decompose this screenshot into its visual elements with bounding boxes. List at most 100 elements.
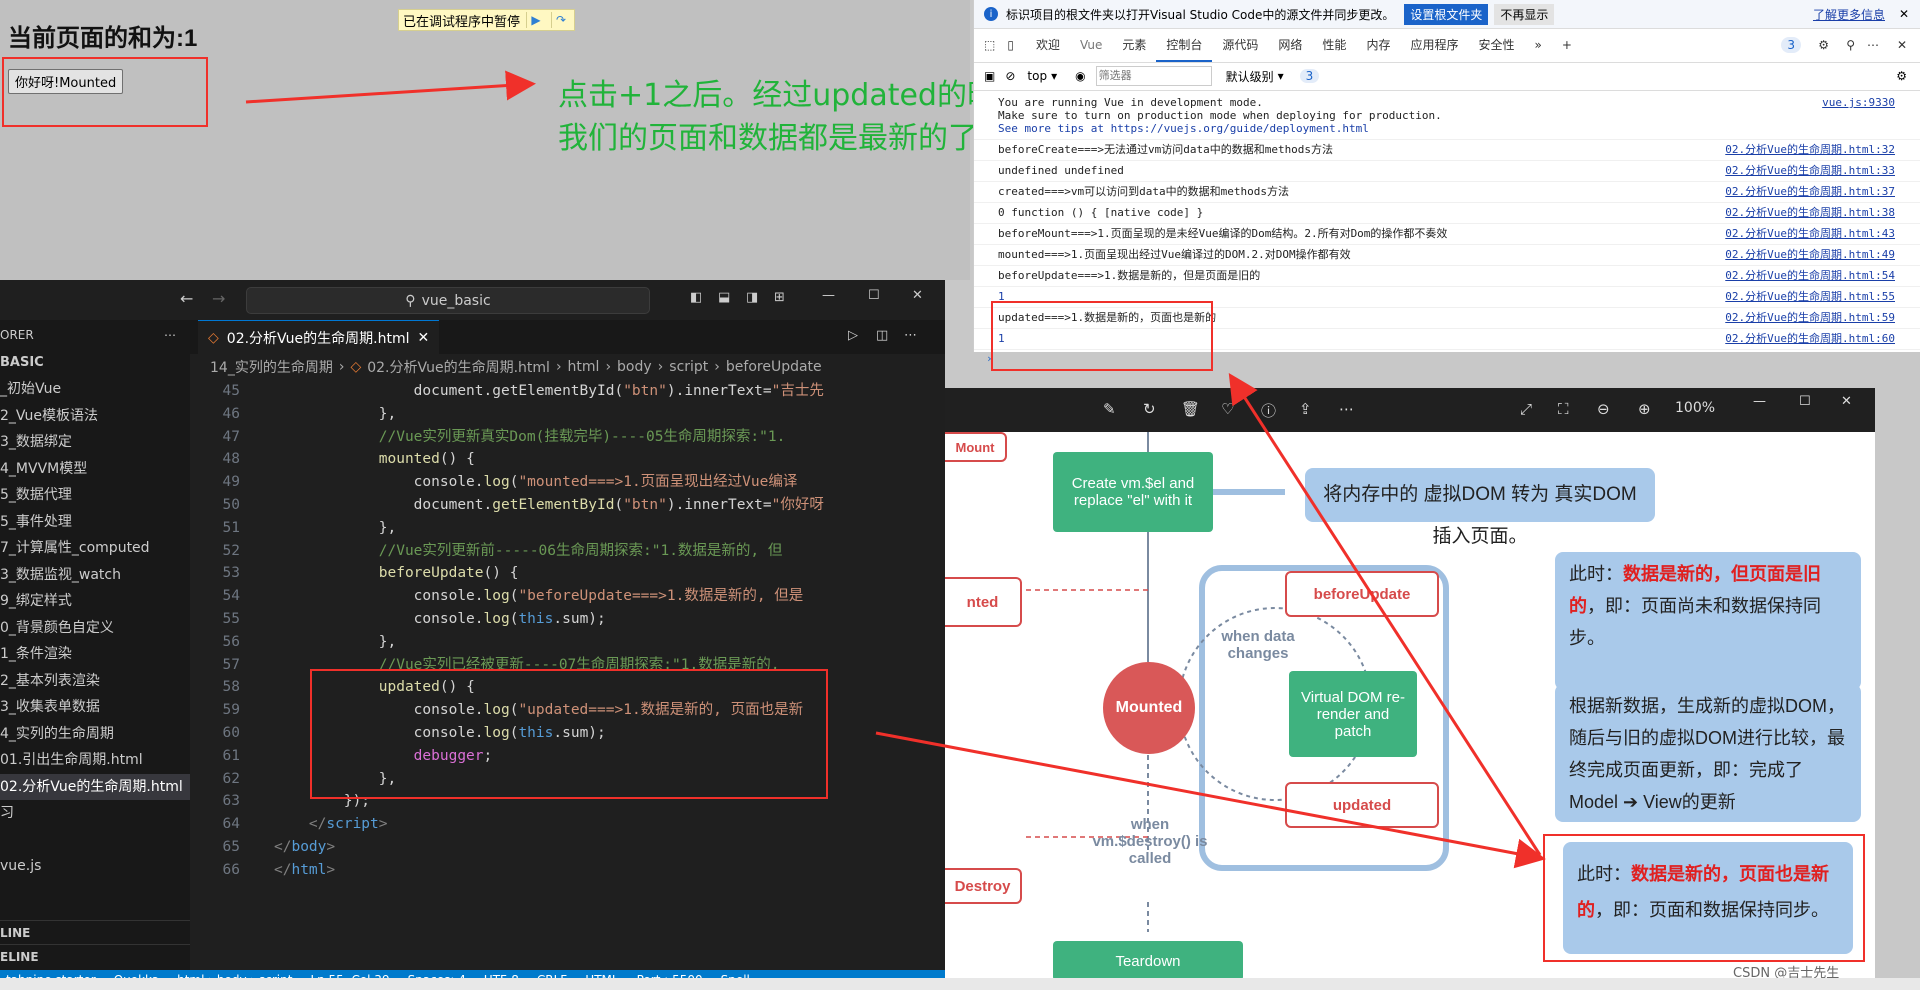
tab-sources[interactable]: 源代码 <box>1212 28 1268 62</box>
toggle-secondary-icon[interactable]: ◨ <box>746 290 758 305</box>
breadcrumb-item[interactable]: script <box>669 359 708 375</box>
tab-console[interactable]: 控制台 <box>1156 28 1213 62</box>
outline-section[interactable]: LINE <box>0 920 190 945</box>
fit-icon[interactable]: ⛶ <box>1558 400 1569 418</box>
source-link[interactable]: 02.分析Vue的生命周期.html:59 <box>1725 308 1895 328</box>
forward-icon[interactable]: → <box>212 289 225 308</box>
layout-icon[interactable]: ⊞ <box>774 290 785 305</box>
more-icon[interactable]: ⋯ <box>1867 38 1879 52</box>
file-tree-item[interactable]: 3_数据绑定 <box>0 429 190 456</box>
source-link[interactable]: 02.分析Vue的生命周期.html:43 <box>1725 224 1895 244</box>
tab-application[interactable]: 应用程序 <box>1400 28 1468 62</box>
file-tree-item[interactable]: 5_事件处理 <box>0 509 190 536</box>
minimize-icon[interactable]: — <box>1753 394 1766 409</box>
issues-badge[interactable]: 3 <box>1781 37 1801 53</box>
file-tree-item[interactable]: 习 <box>0 800 190 827</box>
tab-security[interactable]: 安全性 <box>1468 28 1524 62</box>
file-tree-item[interactable]: _初始Vue <box>0 376 190 403</box>
source-link[interactable]: 02.分析Vue的生命周期.html:38 <box>1725 203 1895 223</box>
source-link[interactable]: 02.分析Vue的生命周期.html:33 <box>1725 161 1895 181</box>
file-tree-item[interactable]: 01.引出生命周期.html <box>0 747 190 774</box>
set-root-folder-button[interactable]: 设置根文件夹 <box>1404 3 1489 25</box>
close-icon[interactable]: ✕ <box>1899 7 1909 21</box>
tab-welcome[interactable]: 欢迎 <box>1026 28 1070 62</box>
file-tree-item[interactable]: 7_计算属性_computed <box>0 535 190 562</box>
hello-button[interactable]: 你好呀!Mounted <box>8 69 124 94</box>
file-tree-item[interactable]: 4_实列的生命周期 <box>0 721 190 748</box>
file-tree-item[interactable]: 4_MVVM模型 <box>0 456 190 483</box>
file-tree-item[interactable] <box>0 827 190 854</box>
file-tree-item[interactable]: 0_背景颜色自定义 <box>0 615 190 642</box>
delete-icon[interactable]: 🗑 <box>1181 400 1200 418</box>
console-settings-icon[interactable]: ⚙ <box>1896 69 1907 83</box>
source-link[interactable]: 02.分析Vue的生命周期.html:55 <box>1725 287 1895 307</box>
editor-tab-active[interactable]: ◇ 02.分析Vue的生命周期.html ✕ <box>198 320 440 355</box>
zoom-in-icon[interactable]: ⊕ <box>1638 400 1651 418</box>
close-window-icon[interactable]: ✕ <box>912 288 923 303</box>
breadcrumb-item[interactable]: 14_实列的生命周期 <box>210 357 333 377</box>
file-tree-item[interactable]: 5_数据代理 <box>0 482 190 509</box>
tab-memory[interactable]: 内存 <box>1356 28 1400 62</box>
code-editor[interactable]: 45 document.getElementById("btn").innerT… <box>190 380 945 970</box>
intro-source-link[interactable]: vue.js:9330 <box>1822 96 1895 109</box>
customize-icon[interactable]: ⚲ <box>1846 38 1855 52</box>
source-link[interactable]: 02.分析Vue的生命周期.html:49 <box>1725 245 1895 265</box>
more-tabs-icon[interactable]: » <box>1524 28 1551 62</box>
timeline-section[interactable]: ELINE <box>0 944 190 969</box>
info-icon[interactable]: ⓘ <box>1261 400 1276 421</box>
root-folder[interactable]: BASIC <box>0 350 190 376</box>
file-tree-item[interactable]: 2_Vue模板语法 <box>0 403 190 430</box>
resume-icon[interactable]: ▶ <box>526 12 545 28</box>
tab-vue[interactable]: Vue <box>1070 28 1112 62</box>
minimize-icon[interactable]: — <box>822 288 835 303</box>
file-tree-item[interactable]: 2_基本列表渲染 <box>0 668 190 695</box>
maximize-icon[interactable]: ☐ <box>1799 394 1811 409</box>
source-link[interactable]: 02.分析Vue的生命周期.html:32 <box>1725 140 1895 160</box>
dont-show-button[interactable]: 不再显示 <box>1494 3 1555 25</box>
editor-more-icon[interactable]: ⋯ <box>904 328 917 343</box>
source-link[interactable]: 02.分析Vue的生命周期.html:54 <box>1725 266 1895 286</box>
learn-more-link[interactable]: 了解更多信息 <box>1813 6 1885 23</box>
close-tab-icon[interactable]: ✕ <box>418 330 430 346</box>
device-icon[interactable]: ▯ <box>1007 38 1014 52</box>
clear-console-icon[interactable]: ⊘ <box>1005 69 1015 83</box>
file-tree-item[interactable]: 3_收集表单数据 <box>0 694 190 721</box>
more-icon[interactable]: ⋯ <box>1339 400 1354 418</box>
file-tree-item[interactable]: vue.js <box>0 853 190 880</box>
context-select[interactable]: top <box>1027 69 1047 83</box>
tab-performance[interactable]: 性能 <box>1312 28 1356 62</box>
split-editor-icon[interactable]: ◫ <box>876 328 888 343</box>
file-tree-item[interactable]: 3_数据监视_watch <box>0 562 190 589</box>
intro-line[interactable]: See more tips at https://vuejs.org/guide… <box>998 122 1920 135</box>
level-select[interactable]: 默认级别 <box>1226 68 1274 85</box>
breadcrumb-item[interactable]: html <box>568 359 600 375</box>
close-devtools-icon[interactable]: ✕ <box>1897 38 1907 52</box>
expand-icon[interactable]: ⤢ <box>1520 400 1532 418</box>
source-link[interactable]: 02.分析Vue的生命周期.html:60 <box>1725 329 1895 349</box>
inspect-icon[interactable]: ⬚ <box>984 38 995 52</box>
source-link[interactable]: 02.分析Vue的生命周期.html:37 <box>1725 182 1895 202</box>
share-icon[interactable]: ⇪ <box>1299 400 1312 418</box>
command-center-search[interactable]: ⚲ vue_basic <box>246 287 650 314</box>
file-tree-item[interactable]: 1_条件渲染 <box>0 641 190 668</box>
toggle-sidebar-icon[interactable]: ◧ <box>690 290 702 305</box>
edit-icon[interactable]: ✎ <box>1103 400 1116 418</box>
zoom-out-icon[interactable]: ⊖ <box>1597 400 1610 418</box>
tab-network[interactable]: 网络 <box>1268 28 1312 62</box>
breadcrumb-item[interactable]: beforeUpdate <box>726 359 822 375</box>
filter-input[interactable] <box>1095 66 1212 86</box>
settings-icon[interactable]: ⚙ <box>1818 38 1829 52</box>
add-tab-icon[interactable]: + <box>1552 28 1582 62</box>
file-tree-item[interactable]: 02.分析Vue的生命周期.html <box>0 773 190 800</box>
close-icon[interactable]: ✕ <box>1841 394 1852 409</box>
more-actions-icon[interactable]: ⋯ <box>164 320 176 350</box>
heart-icon[interactable]: ♡ <box>1221 400 1234 418</box>
back-icon[interactable]: ← <box>180 289 193 308</box>
toggle-panel-icon[interactable]: ⬓ <box>718 290 730 305</box>
breadcrumb-item[interactable]: body <box>617 359 652 375</box>
filter-issues-badge[interactable]: 3 <box>1299 69 1320 83</box>
sidebar-toggle-icon[interactable]: ▣ <box>984 69 995 83</box>
step-over-icon[interactable]: ↷ <box>551 12 570 28</box>
breadcrumb-item[interactable]: 02.分析Vue的生命周期.html <box>367 357 550 377</box>
file-tree-item[interactable]: 9_绑定样式 <box>0 588 190 615</box>
